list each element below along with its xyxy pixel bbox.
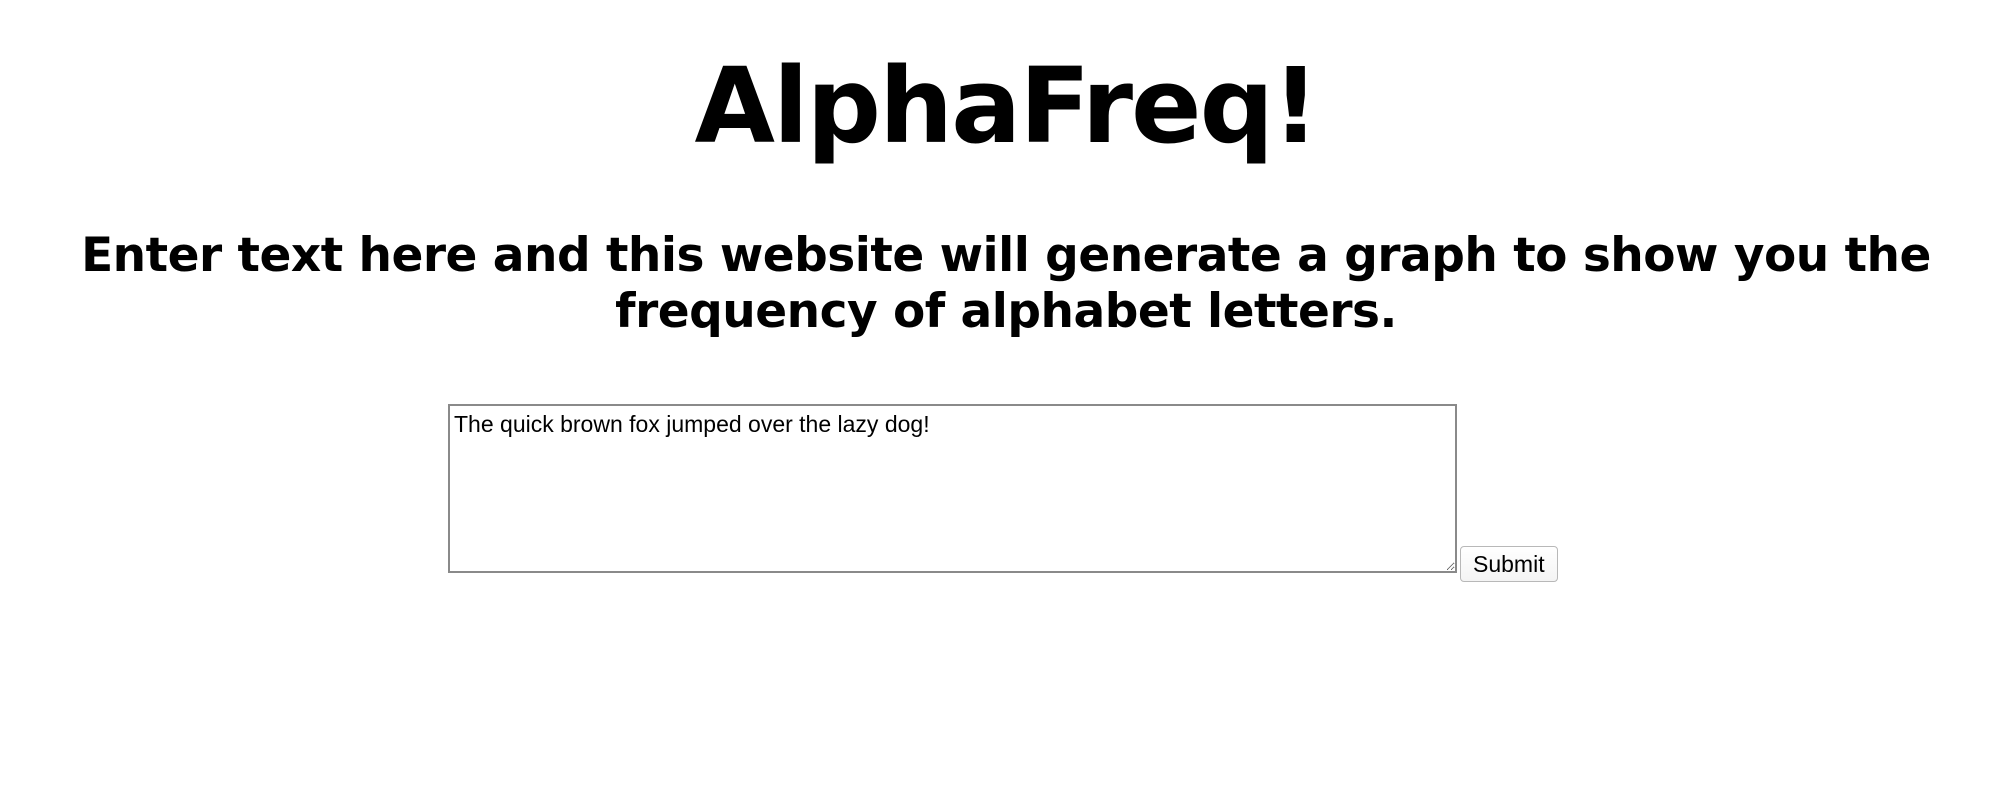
text-input[interactable]: The quick brown fox jumped over the lazy… [448, 404, 1457, 573]
input-form: The quick brown fox jumped over the lazy… [448, 404, 1558, 582]
page: AlphaFreq! Enter text here and this webs… [0, 0, 2012, 788]
page-subtitle: Enter text here and this website will ge… [81, 228, 1931, 339]
submit-button[interactable]: Submit [1460, 546, 1558, 582]
page-title: AlphaFreq! [694, 45, 1320, 167]
